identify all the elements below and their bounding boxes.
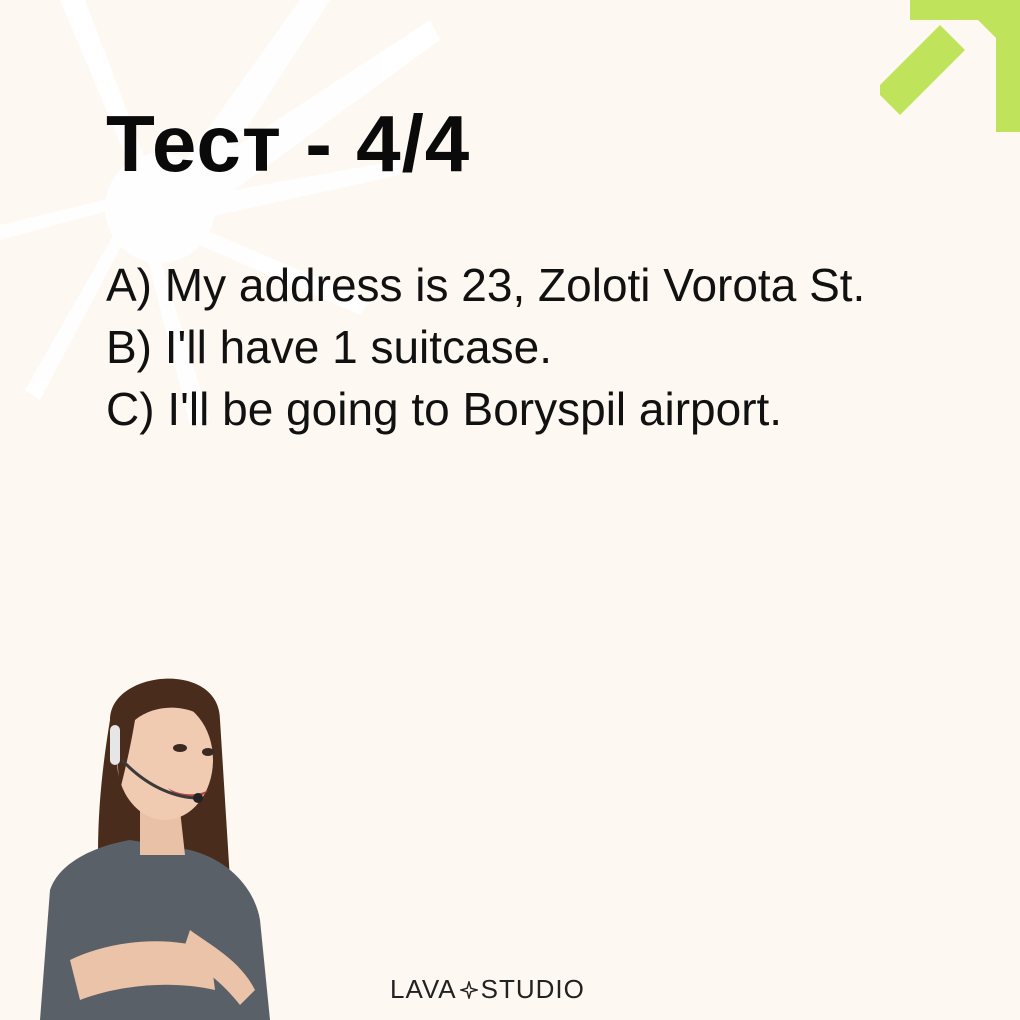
brand-logo: LAVA STUDIO [390, 974, 585, 1005]
option-b: B) I'll have 1 suitcase. [106, 316, 966, 378]
option-letter: B) [106, 321, 152, 373]
option-text: I'll have 1 suitcase. [164, 321, 552, 373]
page-title: Тест - 4/4 [106, 99, 471, 188]
arrow-up-right-icon [880, 0, 1020, 132]
option-letter: C) [106, 383, 155, 435]
option-c: C) I'll be going to Boryspil airport. [106, 378, 966, 440]
brand-right: STUDIO [480, 974, 585, 1004]
diamond-star-icon [459, 980, 478, 999]
option-a: A) My address is 23, Zoloti Vorota St. [106, 254, 966, 316]
answer-options: A) My address is 23, Zoloti Vorota St. B… [106, 254, 966, 440]
brand-left: LAVA [390, 974, 457, 1004]
option-letter: A) [106, 259, 152, 311]
option-text: I'll be going to Boryspil airport. [167, 383, 783, 435]
option-text: My address is 23, Zoloti Vorota St. [164, 259, 866, 311]
operator-photo [40, 678, 270, 1020]
slide-canvas: Тест - 4/4 A) My address is 23, Zoloti V… [0, 0, 1020, 1020]
